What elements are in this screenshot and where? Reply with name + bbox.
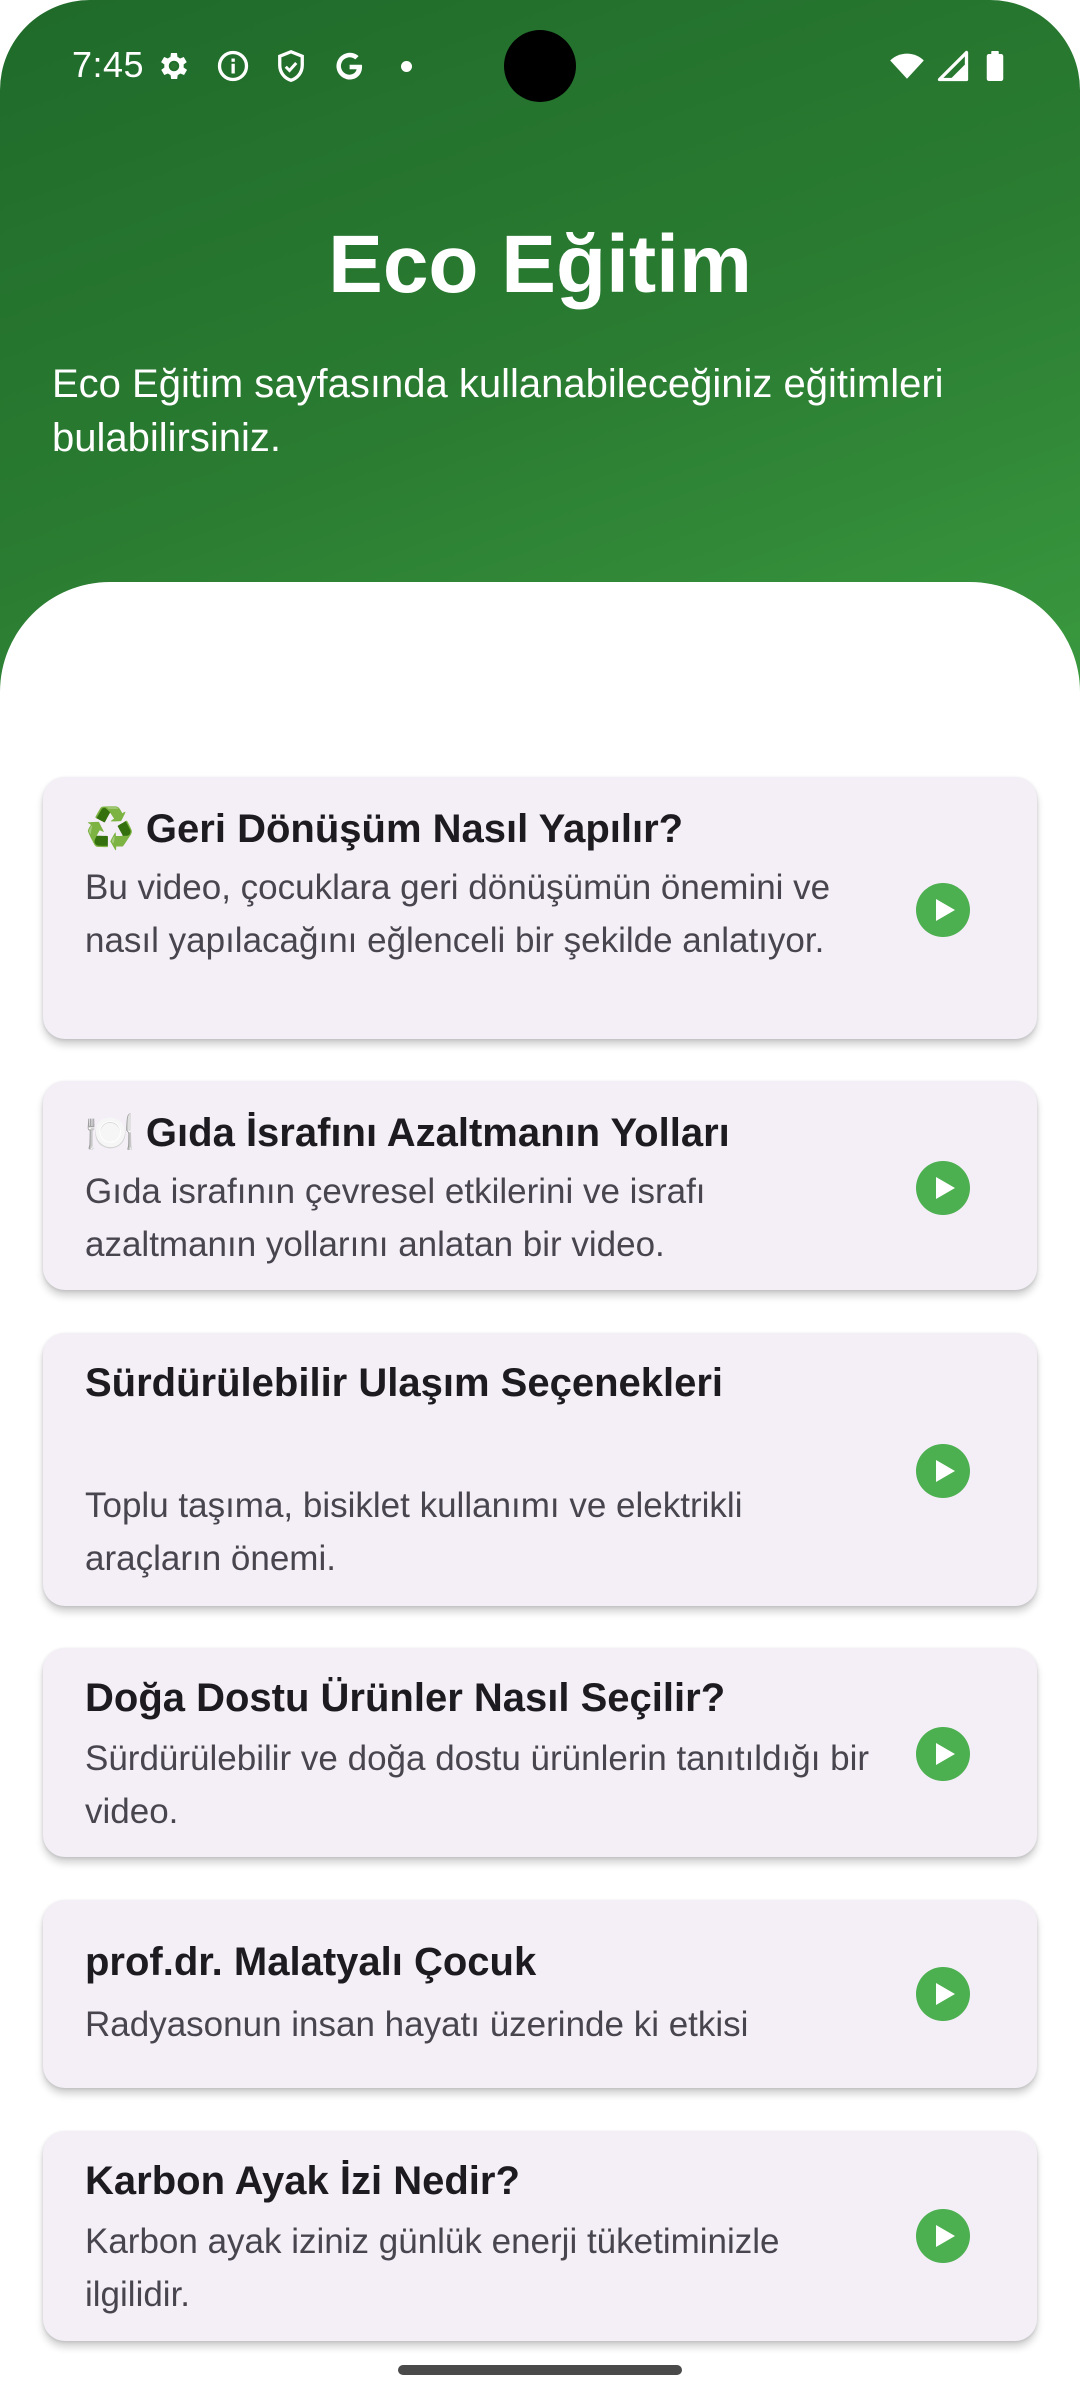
status-time: 7:45	[72, 44, 145, 85]
video-title: Doğa Dostu Ürünler Nasıl Seçilir?	[85, 1676, 726, 1720]
play-icon	[936, 1743, 955, 1765]
video-description: Bu video, çocuklara geri dönüşümün önemi…	[85, 868, 831, 960]
status-bar: 7:45	[0, 0, 1080, 132]
notification-dot-icon	[401, 61, 412, 72]
signal-icon	[935, 48, 971, 84]
home-indicator[interactable]	[398, 2365, 682, 2375]
play-button[interactable]	[916, 1444, 970, 1498]
video-card-radiation[interactable]: prof.dr. Malatyalı Çocuk Radyasonun insa…	[43, 1900, 1037, 2088]
page-subtitle: Eco Eğitim sayfasında kullanabileceğiniz…	[52, 362, 944, 460]
video-card-recycling[interactable]: ♻️ Geri Dönüşüm Nasıl Yapılır? Bu video,…	[43, 777, 1037, 1039]
play-icon	[936, 1983, 955, 2005]
play-button[interactable]	[916, 883, 970, 937]
video-description: Toplu taşıma, bisiklet kullanımı ve elek…	[85, 1486, 743, 1578]
video-card-sustainable-transport[interactable]: Sürdürülebilir Ulaşım Seçenekleri Toplu …	[43, 1333, 1037, 1606]
video-card-food-waste[interactable]: 🍽️ Gıda İsrafını Azaltmanın Yolları Gıda…	[43, 1081, 1037, 1290]
video-title: Sürdürülebilir Ulaşım Seçenekleri	[85, 1361, 724, 1405]
wifi-icon	[889, 48, 925, 84]
video-title: prof.dr. Malatyalı Çocuk	[85, 1940, 537, 1984]
play-button[interactable]	[916, 1727, 970, 1781]
video-description: Sürdürülebilir ve doğa dostu ürünlerin t…	[85, 1739, 870, 1831]
play-button[interactable]	[916, 1161, 970, 1215]
play-icon	[936, 1460, 955, 1482]
info-icon	[215, 48, 251, 84]
video-description: Karbon ayak iziniz günlük enerji tüketim…	[85, 2222, 780, 2314]
video-card-eco-products[interactable]: Doğa Dostu Ürünler Nasıl Seçilir? Sürdür…	[43, 1648, 1037, 1857]
page-title: Eco Eğitim	[328, 219, 752, 310]
google-icon	[331, 48, 367, 84]
video-description: Gıda israfının çevresel etkilerini ve is…	[85, 1172, 706, 1264]
battery-icon	[977, 48, 1013, 84]
camera-cutout	[504, 30, 576, 102]
play-icon	[936, 899, 955, 921]
video-title: 🍽️ Gıda İsrafını Azaltmanın Yolları	[85, 1111, 730, 1155]
shield-icon	[273, 48, 309, 84]
play-button[interactable]	[916, 2209, 970, 2263]
play-icon	[936, 2225, 955, 2247]
video-description: Radyasonun insan hayatı üzerinde ki etki…	[85, 2005, 749, 2044]
video-title: Karbon Ayak İzi Nedir?	[85, 2159, 520, 2203]
video-title: ♻️ Geri Dönüşüm Nasıl Yapılır?	[85, 807, 684, 851]
settings-icon	[156, 48, 192, 84]
video-card-carbon-footprint[interactable]: Karbon Ayak İzi Nedir? Karbon ayak izini…	[43, 2131, 1037, 2341]
play-icon	[936, 1177, 955, 1199]
play-button[interactable]	[916, 1967, 970, 2021]
